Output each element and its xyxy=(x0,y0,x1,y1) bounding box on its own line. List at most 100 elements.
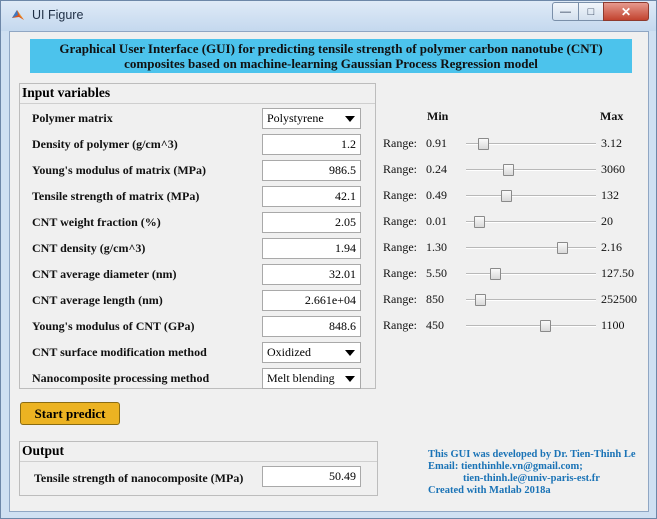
input-label: CNT density (g/cm^3) xyxy=(32,241,146,255)
chevron-down-icon xyxy=(345,116,355,122)
polymer-matrix-dropdown[interactable]: Polystyrene xyxy=(262,108,361,129)
gui-header-title: Graphical User Interface (GUI) for predi… xyxy=(30,39,632,73)
input-value-field[interactable]: 32.01 xyxy=(262,264,361,285)
slider-track xyxy=(466,273,596,275)
slider-thumb[interactable] xyxy=(474,216,485,228)
matlab-logo-icon xyxy=(12,10,24,20)
slider-thumb[interactable] xyxy=(501,190,513,202)
slider-thumb[interactable] xyxy=(475,294,487,306)
input-label: Young's modulus of matrix (MPa) xyxy=(32,163,207,177)
input-value-field[interactable]: 1.2 xyxy=(262,134,361,155)
range-label: Range: xyxy=(383,266,417,280)
input-label: Density of polymer (g/cm^3) xyxy=(32,137,178,151)
processing-method-value: Melt blending xyxy=(267,371,335,385)
range-label: Range: xyxy=(383,318,417,332)
polymer-matrix-value: Polystyrene xyxy=(267,111,324,125)
surface-method-dropdown[interactable]: Oxidized xyxy=(262,342,361,363)
range-min-value: 850 xyxy=(426,292,444,306)
figure-client-area: Graphical User Interface (GUI) for predi… xyxy=(9,31,649,512)
min-column-header: Min xyxy=(427,109,449,123)
range-label: Range: xyxy=(383,240,417,254)
max-column-header: Max xyxy=(600,109,624,123)
input-value-field[interactable]: 848.6 xyxy=(262,316,361,337)
range-max-value: 3.12 xyxy=(601,136,622,150)
credit-line-4: Created with Matlab 2018a xyxy=(428,485,551,496)
range-max-value: 132 xyxy=(601,188,619,202)
chevron-down-icon xyxy=(345,350,355,356)
range-max-value: 252500 xyxy=(601,292,637,306)
maximize-icon: □ xyxy=(587,5,595,18)
credit-line-3: tien-thinh.le@univ-paris-est.fr xyxy=(463,473,600,484)
range-min-value: 450 xyxy=(426,318,444,332)
minimize-button[interactable]: — xyxy=(552,2,579,21)
slider-track xyxy=(466,325,596,327)
slider-thumb[interactable] xyxy=(502,164,514,176)
slider-thumb[interactable] xyxy=(540,320,552,332)
slider-track xyxy=(466,169,596,171)
input-label: CNT average length (nm) xyxy=(32,293,163,307)
range-label: Range: xyxy=(383,162,417,176)
input-value-field[interactable]: 2.05 xyxy=(262,212,361,233)
developer-credits: This GUI was developed by Dr. Tien-Thinh… xyxy=(428,449,636,497)
input-label: Young's modulus of CNT (GPa) xyxy=(32,319,195,333)
surface-method-label: CNT surface modification method xyxy=(32,345,207,359)
range-slider[interactable] xyxy=(466,268,596,280)
range-slider[interactable] xyxy=(466,294,596,306)
start-predict-button[interactable]: Start predict xyxy=(20,402,120,425)
output-panel-title: Output xyxy=(22,443,65,458)
slider-track xyxy=(466,195,596,197)
range-slider[interactable] xyxy=(466,138,596,150)
input-value-field[interactable]: 1.94 xyxy=(262,238,361,259)
processing-method-dropdown[interactable]: Melt blending xyxy=(262,368,361,389)
range-min-value: 0.49 xyxy=(426,188,447,202)
slider-thumb[interactable] xyxy=(477,138,489,150)
chevron-down-icon xyxy=(345,376,355,382)
slider-track xyxy=(466,247,596,249)
credit-line-1: This GUI was developed by Dr. Tien-Thinh… xyxy=(428,449,636,460)
maximize-button[interactable]: □ xyxy=(578,2,604,21)
credit-line-2: Email: tienthinhle.vn@gmail.com; xyxy=(428,461,583,472)
header-line-2: composites based on machine-learning Gau… xyxy=(124,56,538,71)
tensile-strength-output-field[interactable]: 50.49 xyxy=(262,466,361,487)
range-slider[interactable] xyxy=(466,190,596,202)
panel-divider xyxy=(20,461,377,462)
title-bar[interactable]: UI Figure — □ ✕ xyxy=(1,1,656,31)
range-max-value: 3060 xyxy=(601,162,625,176)
panel-divider xyxy=(20,103,375,104)
range-min-value: 0.24 xyxy=(426,162,447,176)
range-min-value: 0.91 xyxy=(426,136,447,150)
input-value-field[interactable]: 2.661e+04 xyxy=(262,290,361,311)
range-max-value: 2.16 xyxy=(601,240,622,254)
slider-track xyxy=(466,221,596,223)
input-value-field[interactable]: 986.5 xyxy=(262,160,361,181)
input-label: Tensile strength of matrix (MPa) xyxy=(32,189,200,203)
input-label: CNT weight fraction (%) xyxy=(32,215,161,229)
range-slider[interactable] xyxy=(466,216,596,228)
range-max-value: 1100 xyxy=(601,318,625,332)
surface-method-value: Oxidized xyxy=(267,345,311,359)
range-slider[interactable] xyxy=(466,164,596,176)
range-max-value: 127.50 xyxy=(601,266,634,280)
range-min-value: 1.30 xyxy=(426,240,447,254)
slider-thumb[interactable] xyxy=(557,242,569,254)
app-window: UI Figure — □ ✕ Graphical User Interface… xyxy=(0,0,657,519)
close-icon: ✕ xyxy=(620,4,632,19)
minimize-icon: — xyxy=(560,5,571,18)
range-slider[interactable] xyxy=(466,242,596,254)
range-label: Range: xyxy=(383,136,417,150)
slider-thumb[interactable] xyxy=(489,268,501,280)
input-panel-title: Input variables xyxy=(22,85,111,100)
header-line-1: Graphical User Interface (GUI) for predi… xyxy=(59,41,603,56)
output-label: Tensile strength of nanocomposite (MPa) xyxy=(34,471,244,485)
range-label: Range: xyxy=(383,214,417,228)
close-button[interactable]: ✕ xyxy=(603,2,649,21)
range-slider[interactable] xyxy=(466,320,596,332)
input-label: CNT average diameter (nm) xyxy=(32,267,177,281)
input-value-field[interactable]: 42.1 xyxy=(262,186,361,207)
range-label: Range: xyxy=(383,188,417,202)
range-min-value: 0.01 xyxy=(426,214,447,228)
output-panel: Output Tensile strength of nanocomposite… xyxy=(19,441,378,496)
range-max-value: 20 xyxy=(601,214,613,228)
window-title: UI Figure xyxy=(32,8,84,22)
range-min-value: 5.50 xyxy=(426,266,447,280)
